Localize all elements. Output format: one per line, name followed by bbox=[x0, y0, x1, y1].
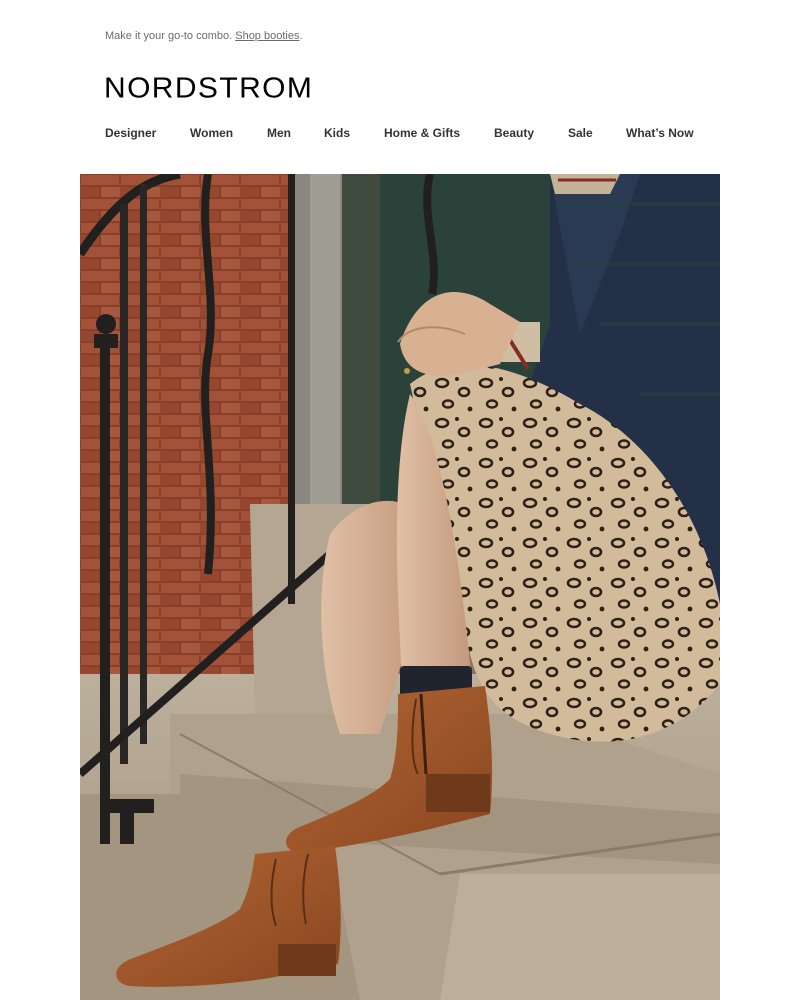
nordstrom-logo[interactable]: NORDSTROM bbox=[104, 73, 313, 105]
nav-item-sale[interactable]: Sale bbox=[568, 126, 593, 140]
main-nav: Designer Women Men Kids Home & Gifts Bea… bbox=[105, 126, 705, 142]
preheader: Make it your go-to combo. Shop booties. bbox=[105, 30, 303, 43]
nav-item-whats-now[interactable]: What’s Now bbox=[626, 126, 694, 140]
nav-item-women[interactable]: Women bbox=[190, 126, 233, 140]
hero-image[interactable] bbox=[80, 174, 720, 1000]
nav-item-designer[interactable]: Designer bbox=[105, 126, 156, 140]
nav-item-home-gifts[interactable]: Home & Gifts bbox=[384, 126, 460, 140]
nav-item-kids[interactable]: Kids bbox=[324, 126, 350, 140]
shop-booties-link[interactable]: Shop booties bbox=[235, 30, 299, 42]
email-page: Make it your go-to combo. Shop booties. … bbox=[0, 0, 800, 1000]
hero-photo-booties-icon bbox=[80, 174, 720, 1000]
nav-item-men[interactable]: Men bbox=[267, 126, 291, 140]
preheader-trailing: . bbox=[299, 30, 303, 42]
preheader-text: Make it your go-to combo. bbox=[105, 30, 236, 42]
nav-item-beauty[interactable]: Beauty bbox=[494, 126, 534, 140]
